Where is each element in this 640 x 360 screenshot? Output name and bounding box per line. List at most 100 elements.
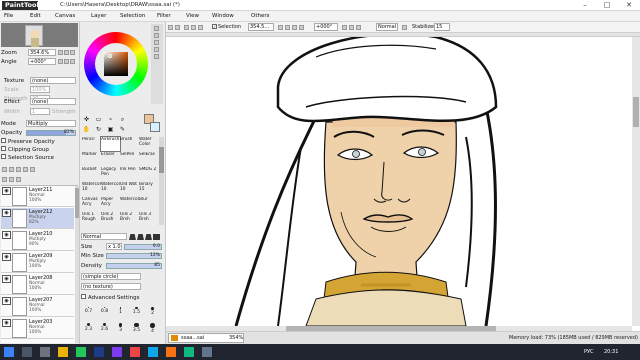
stabilizer-select[interactable]: 15	[434, 23, 450, 31]
brush-preset-9[interactable]: 4	[145, 321, 160, 336]
clear-layer-icon[interactable]	[2, 177, 7, 182]
mixer-mode-icon[interactable]	[154, 47, 159, 52]
brush-watercol[interactable]: Watercol 10	[101, 182, 120, 196]
opacity-slider[interactable]: 82%	[26, 130, 76, 136]
density-slider[interactable]: 85	[106, 263, 162, 269]
drawing-canvas[interactable]	[166, 32, 632, 327]
brush-old-wat[interactable]: Old Wat 10	[120, 182, 139, 196]
preserve-opacity-checkbox[interactable]: Preserve Opacity	[1, 138, 55, 146]
rotate-left-icon[interactable]	[58, 59, 63, 64]
angle-value[interactable]: +000°	[28, 58, 56, 65]
secondary-color-swatch[interactable]	[150, 122, 160, 132]
app-icon-3[interactable]	[148, 347, 158, 357]
zoom-plus-icon[interactable]	[285, 25, 290, 30]
brush-eraser[interactable]: Eraser	[101, 152, 120, 166]
brush-watercol[interactable]: Watercol 10	[82, 182, 101, 196]
brush-ink-pen[interactable]: Ink Pen	[120, 167, 139, 181]
clock[interactable]: 20:31	[604, 344, 618, 360]
canvas-rotate-select[interactable]: +000°	[314, 23, 338, 31]
app-icon-1[interactable]	[112, 347, 122, 357]
merge-down-icon[interactable]	[23, 167, 28, 172]
eye-icon[interactable]: ◉	[2, 275, 11, 283]
menu-edit[interactable]: Edit	[30, 12, 41, 21]
brush-mode-select[interactable]: Normal	[81, 233, 127, 240]
brush-binary[interactable]: Binary 15	[139, 182, 158, 196]
tool-icon-7[interactable]: ✎	[118, 125, 127, 134]
undo-icon[interactable]	[168, 25, 173, 30]
new-folder-icon[interactable]	[9, 167, 14, 172]
eye-icon[interactable]: ◉	[2, 209, 11, 217]
tool-icon-3[interactable]: ⌕	[118, 115, 127, 124]
canvas-vertical-scrollbar[interactable]	[632, 37, 640, 326]
paint-tool-sai-icon[interactable]	[166, 347, 176, 357]
advanced-settings-checkbox[interactable]: Advanced Settings	[81, 294, 139, 302]
rotate-right-icon[interactable]	[64, 59, 69, 64]
zoom-in-icon[interactable]	[64, 50, 69, 55]
chrome-icon[interactable]	[76, 347, 86, 357]
texture-select[interactable]: (none)	[30, 77, 76, 84]
effect-select[interactable]: (none)	[30, 98, 76, 105]
invert-selection-icon[interactable]	[191, 25, 196, 30]
swatches-mode-icon[interactable]	[154, 54, 159, 59]
copy-layer-icon[interactable]	[16, 167, 21, 172]
eye-icon[interactable]: ◉	[2, 187, 11, 195]
search-icon[interactable]	[22, 347, 32, 357]
brush-blur[interactable]: Blur	[139, 197, 158, 211]
menu-window[interactable]: Window	[212, 12, 234, 21]
brush-oils-2-brsh[interactable]: Oils 2 Brsh	[120, 212, 139, 226]
brush-preset-6[interactable]: 2.6	[97, 321, 112, 336]
brush-preset-2[interactable]: 1	[113, 305, 128, 320]
brush-texture-select[interactable]: (no texture)	[81, 283, 141, 290]
brush-size-multiplier[interactable]: x 1.0	[106, 243, 122, 250]
brush-marker[interactable]: Marker	[82, 152, 101, 166]
brush-selpen[interactable]: SelPen	[120, 152, 139, 166]
layer-item[interactable]: ◉ Layer212 Multiply 82%	[1, 208, 74, 229]
rotate-cw-icon[interactable]	[342, 25, 347, 30]
brush-preset-3[interactable]: 1.5	[129, 305, 144, 320]
brush-brush[interactable]: Brush	[120, 137, 139, 151]
tool-icon-0[interactable]: ✜	[82, 115, 91, 124]
brush-oils-2-brush[interactable]: Oils 2 Brush	[101, 212, 120, 226]
layer-item[interactable]: ◉ Layer209 Multiply 100%	[1, 252, 74, 273]
canvas-zoom-select[interactable]: 354.5...	[248, 23, 274, 31]
menu-layer[interactable]: Layer	[91, 12, 106, 21]
new-layer-icon[interactable]	[2, 167, 7, 172]
layer-scrollbar[interactable]	[75, 186, 79, 343]
color-picker-cursor[interactable]	[108, 54, 112, 58]
brush-smdg-2[interactable]: SMDG 2	[139, 167, 158, 181]
layer-item[interactable]: ◉ Layer208 Normal 100%	[1, 274, 74, 295]
show-selection-icon[interactable]	[198, 25, 203, 30]
brush-preset-7[interactable]: 3	[113, 321, 128, 336]
selection-source-checkbox[interactable]: Selection Source	[1, 154, 54, 162]
brush-airbrush[interactable]: AirBrush	[100, 136, 121, 152]
flip-icon[interactable]	[349, 25, 354, 30]
brush-edge-2-icon[interactable]	[137, 234, 144, 240]
redo-icon[interactable]	[175, 25, 180, 30]
start-icon[interactable]	[4, 347, 14, 357]
menu-view[interactable]: View	[186, 12, 199, 21]
brush-scroll-thumb[interactable]	[159, 147, 164, 173]
brush-water-color[interactable]: Water Color	[139, 137, 158, 151]
wheel-mode-icon[interactable]	[154, 26, 159, 31]
brush-pencil[interactable]: Pencil	[82, 137, 101, 151]
brush-preset-1[interactable]: 0.8	[97, 305, 112, 320]
language-indicator[interactable]: РУС	[584, 344, 594, 360]
brush-scrollbar[interactable]	[159, 137, 164, 225]
selection-toggle[interactable]: ✓ Selection	[212, 23, 241, 31]
zoom-out-icon[interactable]	[58, 50, 63, 55]
menu-others[interactable]: Others	[251, 12, 269, 21]
deselect-icon[interactable]	[184, 25, 189, 30]
brush-preset-5[interactable]: 2.3	[81, 321, 96, 336]
clipping-group-checkbox[interactable]: Clipping Group	[1, 146, 49, 154]
tool-icon-6[interactable]: ▣	[106, 125, 115, 134]
document-tab[interactable]: ssaa...sai 354%	[168, 333, 244, 343]
brush-canvas-acry[interactable]: Canvas Acry	[82, 197, 101, 211]
file-explorer-icon[interactable]	[58, 347, 68, 357]
hsv-mode-icon[interactable]	[154, 40, 159, 45]
menu-filter[interactable]: Filter	[157, 12, 171, 21]
brush-bucket[interactable]: Bucket	[82, 167, 101, 181]
maximize-button[interactable]: □	[596, 0, 618, 11]
tool-icon-4[interactable]: ✋	[82, 125, 91, 134]
color-wheel[interactable]	[84, 32, 148, 96]
brush-oils-3-brsh[interactable]: Oils 3 Brsh	[139, 212, 158, 226]
